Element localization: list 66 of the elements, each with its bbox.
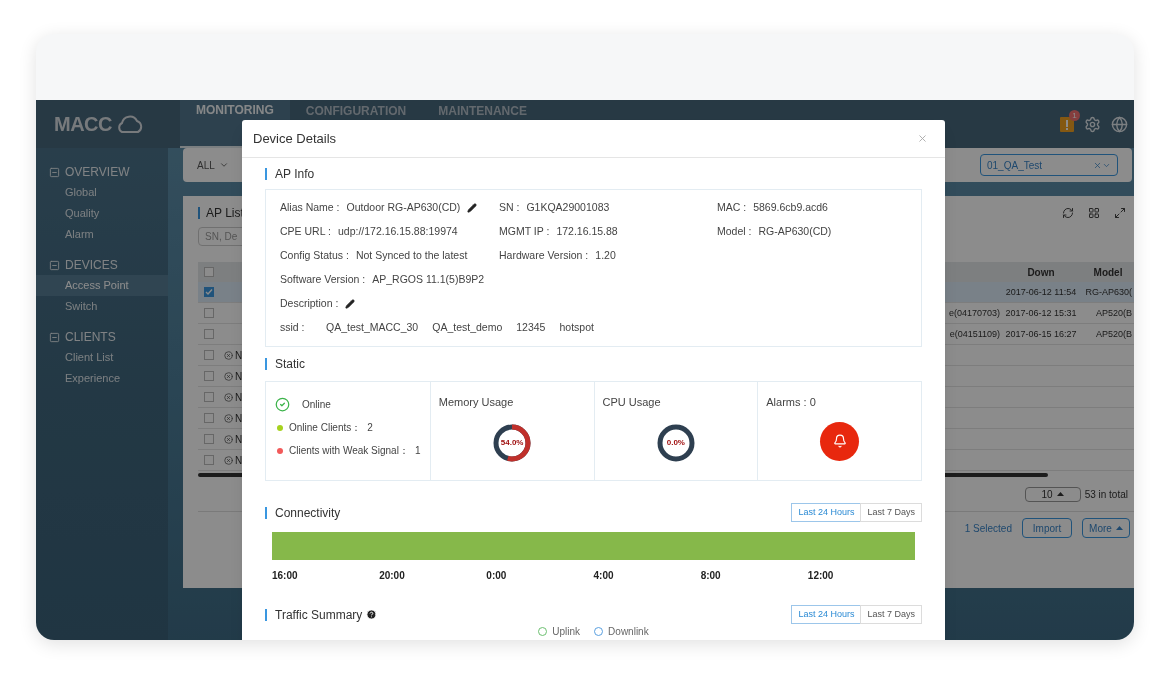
- table-cell: AP520(B: [1095, 329, 1132, 340]
- field-label: Model :: [717, 224, 752, 240]
- ssid-value: QA_test_MACC_30: [326, 320, 419, 336]
- table-cell-text: N: [235, 390, 243, 405]
- field-label: Config Status :: [280, 248, 349, 264]
- field-label: CPE URL :: [280, 224, 331, 240]
- field-value: 1.20: [595, 248, 616, 264]
- table-cell: e(04151109): [949, 329, 1000, 340]
- table-cell: 2017-06-12 15:31: [1005, 308, 1077, 319]
- client-label: Online Clients：: [289, 421, 362, 435]
- table-cell-text: N: [235, 411, 243, 426]
- time-label: 8:00: [700, 569, 722, 583]
- field-value: 5869.6cb9.acd6: [753, 200, 828, 216]
- section-title: AP Info: [275, 166, 315, 183]
- field-label: MGMT IP :: [499, 224, 550, 240]
- table-cell: 2017-06-15 16:27: [1005, 329, 1077, 340]
- usage-title: Memory Usage: [438, 395, 515, 410]
- field-label: Software Version :: [280, 272, 366, 288]
- field-label: ssid :: [280, 320, 306, 336]
- usage-title: CPU Usage: [602, 395, 662, 410]
- field-value: udp://172.16.15.88:19974: [337, 224, 458, 240]
- legend-label: Downlink: [608, 625, 649, 639]
- ssid-value: hotspot: [559, 320, 594, 336]
- field-value: G1KQA29001083: [526, 200, 610, 216]
- field-value: AP_RGOS 11.1(5)B9P2: [372, 272, 485, 288]
- time-label: 4:00: [593, 569, 615, 583]
- status-text: Online: [302, 398, 331, 412]
- table-cell-text: N: [235, 453, 243, 468]
- client-count: 2: [367, 421, 373, 435]
- section-title: Connectivity: [275, 504, 341, 522]
- section-title: Static: [275, 356, 305, 373]
- field-label: SN :: [499, 200, 520, 216]
- section-title: Traffic Summary: [275, 606, 363, 624]
- notification-badge: 1: [1069, 110, 1080, 121]
- usage-reading: 0.0%: [665, 436, 686, 449]
- time-label: 12:00: [807, 569, 835, 583]
- total-count: 53 in total: [1084, 487, 1128, 502]
- field-value: RG-AP630(CD): [758, 224, 832, 240]
- ssid-value: QA_test_demo: [432, 320, 503, 336]
- column-header: Model: [1092, 265, 1124, 280]
- time-label: 16:00: [272, 569, 299, 583]
- field-label: MAC :: [717, 200, 747, 216]
- table-cell: e(04170703): [948, 308, 1000, 319]
- field-value: Not Synced to the latest: [355, 248, 468, 264]
- field-value: Outdoor RG-AP630(CD): [346, 200, 461, 216]
- field-value: 172.16.15.88: [556, 224, 618, 240]
- table-cell: AP520(B: [1095, 308, 1132, 319]
- field-label: Alias Name :: [280, 200, 340, 216]
- logo: MACC: [54, 112, 112, 137]
- legend-label: Uplink: [552, 625, 581, 639]
- time-label: 20:00: [379, 569, 406, 583]
- selected-count: 1 Selected: [964, 521, 1012, 536]
- field-label: Description :: [280, 296, 339, 312]
- table-cell: RG-AP630(: [1085, 287, 1132, 298]
- table-cell-text: N: [235, 369, 243, 384]
- table-cell-text: N: [235, 432, 243, 447]
- usage-reading: 54.0%: [499, 436, 525, 449]
- client-count: 1: [414, 444, 421, 458]
- column-header: Down: [1026, 265, 1056, 280]
- table-cell: 2017-06-12 11:54: [1005, 287, 1077, 298]
- time-label: 0:00: [486, 569, 508, 583]
- ssid-value: 12345: [516, 320, 546, 336]
- field-label: Hardware Version :: [499, 248, 589, 264]
- alarm-count: Alarms : 0: [766, 395, 817, 410]
- client-label: Clients with Weak Signal：: [289, 444, 409, 458]
- table-cell-text: N: [235, 348, 243, 363]
